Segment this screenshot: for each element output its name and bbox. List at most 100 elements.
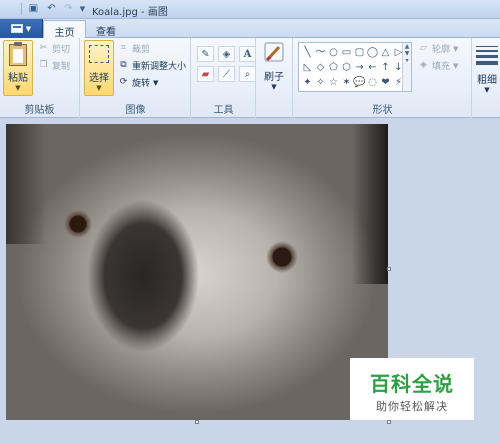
size-button[interactable]: 粗细 ▼ (474, 40, 500, 100)
resize-handle-bottom[interactable] (195, 420, 199, 424)
shape-option-icon[interactable]: ▢ (353, 45, 366, 60)
watermark-subtitle: 助你轻松解决 (376, 400, 448, 413)
shape-option-icon[interactable]: 💬 (353, 75, 366, 90)
chevron-down-icon: ▼ (271, 83, 277, 91)
magnifier-icon[interactable]: ⌕ (239, 66, 256, 82)
watermark-logo: 百科全说 助你轻松解决 (350, 358, 474, 420)
rotate-icon: ⟳ (119, 77, 128, 87)
shapes-scrollbar[interactable]: ▲ ▼ ▾ (402, 43, 411, 91)
watermark-title: 百科全说 (370, 372, 454, 396)
chevron-down-icon: ▼ (453, 44, 459, 53)
outline-label: 轮廓 (432, 45, 451, 55)
color-picker-icon[interactable]: ⟋ (218, 66, 235, 82)
shapes-group: ╲ 〜 ○ ▭ ▢ ◯ △ ▷ ◺ ◇ ⬠ ⬡ → ← ↑ ↓ ✦ ✧ ☆ ✶ 💬 ◌ ❤ ⚡ ▲ ▼ ▾ ▱ 轮廓 ▼ ◈ 填充… (294, 38, 472, 118)
fill-bucket-icon[interactable]: ◈ (218, 46, 235, 62)
quick-access-dropdown-icon[interactable]: ▼ (76, 2, 89, 15)
clipboard-icon (9, 42, 27, 66)
shape-option-icon[interactable]: ⬡ (340, 60, 353, 75)
cut-label: 剪切 (52, 45, 71, 55)
shape-option-icon[interactable]: ← (366, 60, 379, 75)
shape-option-icon[interactable]: ◌ (366, 75, 379, 90)
brushes-button[interactable]: 刷子 ▼ (261, 40, 287, 96)
qat-separator (21, 3, 22, 15)
shape-option-icon[interactable]: ✶ (340, 75, 353, 90)
rotate-button[interactable]: ⟳ 旋转 ▼ (118, 76, 159, 89)
pencil-icon[interactable]: ✎ (197, 46, 214, 62)
clipboard-group-label: 剪贴板 (24, 105, 55, 116)
fill-label: 填充 (432, 62, 451, 72)
shape-option-icon[interactable]: ↑ (379, 60, 392, 75)
select-label: 选择 (89, 73, 109, 84)
shape-option-icon[interactable]: ✧ (314, 75, 327, 90)
chevron-down-icon: ▼ (484, 86, 490, 94)
paste-label: 粘贴 (8, 73, 28, 84)
size-label: 粗细 (477, 75, 497, 86)
resize-handle-right[interactable] (387, 267, 391, 271)
shape-option-icon[interactable]: ✦ (301, 75, 314, 90)
shapes-group-label: 形状 (372, 105, 393, 116)
chevron-down-icon: ▼ (15, 84, 21, 92)
shape-option-icon[interactable]: ◯ (366, 45, 379, 60)
brush-icon (264, 42, 284, 62)
shape-option-icon[interactable]: ☆ (327, 75, 340, 90)
shape-option-icon[interactable]: ❤ (379, 75, 392, 90)
chevron-down-icon: ▼ (453, 61, 459, 70)
scissors-icon: ✂ (39, 43, 48, 53)
outline-icon: ▱ (420, 43, 427, 53)
image-group: 选择 ▼ ⌗ 裁剪 ⧉ 重新调整大小 ⟳ 旋转 ▼ 图像 (81, 38, 191, 118)
outline-button[interactable]: ▱ 轮廓 ▼ (418, 42, 458, 55)
crop-icon: ⌗ (120, 43, 127, 53)
resize-button[interactable]: ⧉ 重新调整大小 (118, 59, 186, 72)
fill-icon: ◈ (420, 60, 427, 70)
copy-label: 复制 (52, 62, 71, 72)
crop-button[interactable]: ⌗ 裁剪 (118, 42, 150, 55)
shape-option-icon[interactable]: ◇ (314, 60, 327, 75)
shape-option-icon[interactable]: 〜 (314, 45, 327, 60)
cut-button[interactable]: ✂ 剪切 (38, 42, 70, 55)
select-button[interactable]: 选择 ▼ (84, 40, 114, 96)
redo-icon[interactable]: ↷ (62, 2, 75, 15)
tools-group-label: 工具 (213, 105, 234, 116)
tools-grid: ✎ ◈ A ▰ ⟋ ⌕ (197, 46, 256, 82)
paint-menu-button[interactable]: ▼ (0, 19, 43, 38)
image-group-label: 图像 (125, 105, 146, 116)
eraser-icon[interactable]: ▰ (197, 66, 214, 82)
shape-option-icon[interactable]: ◺ (301, 60, 314, 75)
fill-button[interactable]: ◈ 填充 ▼ (418, 59, 458, 72)
tools-group: ✎ ◈ A ▰ ⟋ ⌕ 工具 (192, 38, 256, 118)
paint-menu-icon (10, 24, 23, 33)
brushes-group: 刷子 ▼ (257, 38, 293, 118)
select-rectangle-icon (89, 45, 109, 63)
resize-icon: ⧉ (120, 60, 127, 70)
clipboard-group: 粘贴 ▼ ✂ 剪切 ❐ 复制 剪贴板 (0, 38, 80, 118)
brushes-label: 刷子 (264, 72, 284, 83)
rotate-label: 旋转 (132, 79, 151, 89)
copy-button[interactable]: ❐ 复制 (38, 59, 70, 72)
undo-icon[interactable]: ↶ (45, 2, 58, 15)
shapes-grid: ╲ 〜 ○ ▭ ▢ ◯ △ ▷ ◺ ◇ ⬠ ⬡ → ← ↑ ↓ ✦ ✧ ☆ ✶ 💬 ◌ ❤ ⚡ (301, 45, 405, 90)
ribbon-tab-row: ▼ 主页 查看 (0, 19, 500, 39)
resize-handle-corner[interactable] (387, 420, 391, 424)
copy-icon: ❐ (39, 60, 48, 70)
text-tool-icon[interactable]: A (239, 46, 256, 62)
shape-option-icon[interactable]: ╲ (301, 45, 314, 60)
shape-option-icon[interactable]: ▭ (340, 45, 353, 60)
shapes-gallery: ╲ 〜 ○ ▭ ▢ ◯ △ ▷ ◺ ◇ ⬠ ⬡ → ← ↑ ↓ ✦ ✧ ☆ ✶ 💬 ◌ ❤ ⚡ ▲ ▼ ▾ (298, 42, 412, 92)
chevron-down-icon: ▼ (153, 78, 159, 87)
line-width-icon (476, 46, 498, 65)
shape-option-icon[interactable]: △ (379, 45, 392, 60)
resize-label: 重新调整大小 (132, 62, 187, 72)
shape-option-icon[interactable]: ○ (327, 45, 340, 60)
title-bar: ▣ ↶ ↷ ▼ Koala.jpg - 画图 (0, 0, 500, 19)
paste-button[interactable]: 粘贴 ▼ (3, 40, 33, 96)
crop-label: 裁剪 (132, 45, 151, 55)
shape-option-icon[interactable]: ⬠ (327, 60, 340, 75)
koala-image-canvas[interactable] (6, 124, 388, 420)
tab-home[interactable]: 主页 (43, 20, 86, 39)
ribbon: 粘贴 ▼ ✂ 剪切 ❐ 复制 剪贴板 选择 ▼ ⌗ 裁剪 ⧉ 重新调整大小 ⟳ … (0, 38, 500, 118)
tab-view[interactable]: 查看 (88, 20, 124, 39)
chevron-down-icon: ▼ (25, 24, 32, 33)
save-icon[interactable]: ▣ (27, 2, 40, 15)
shape-option-icon[interactable]: → (353, 60, 366, 75)
window-title: Koala.jpg - 画图 (92, 7, 168, 18)
